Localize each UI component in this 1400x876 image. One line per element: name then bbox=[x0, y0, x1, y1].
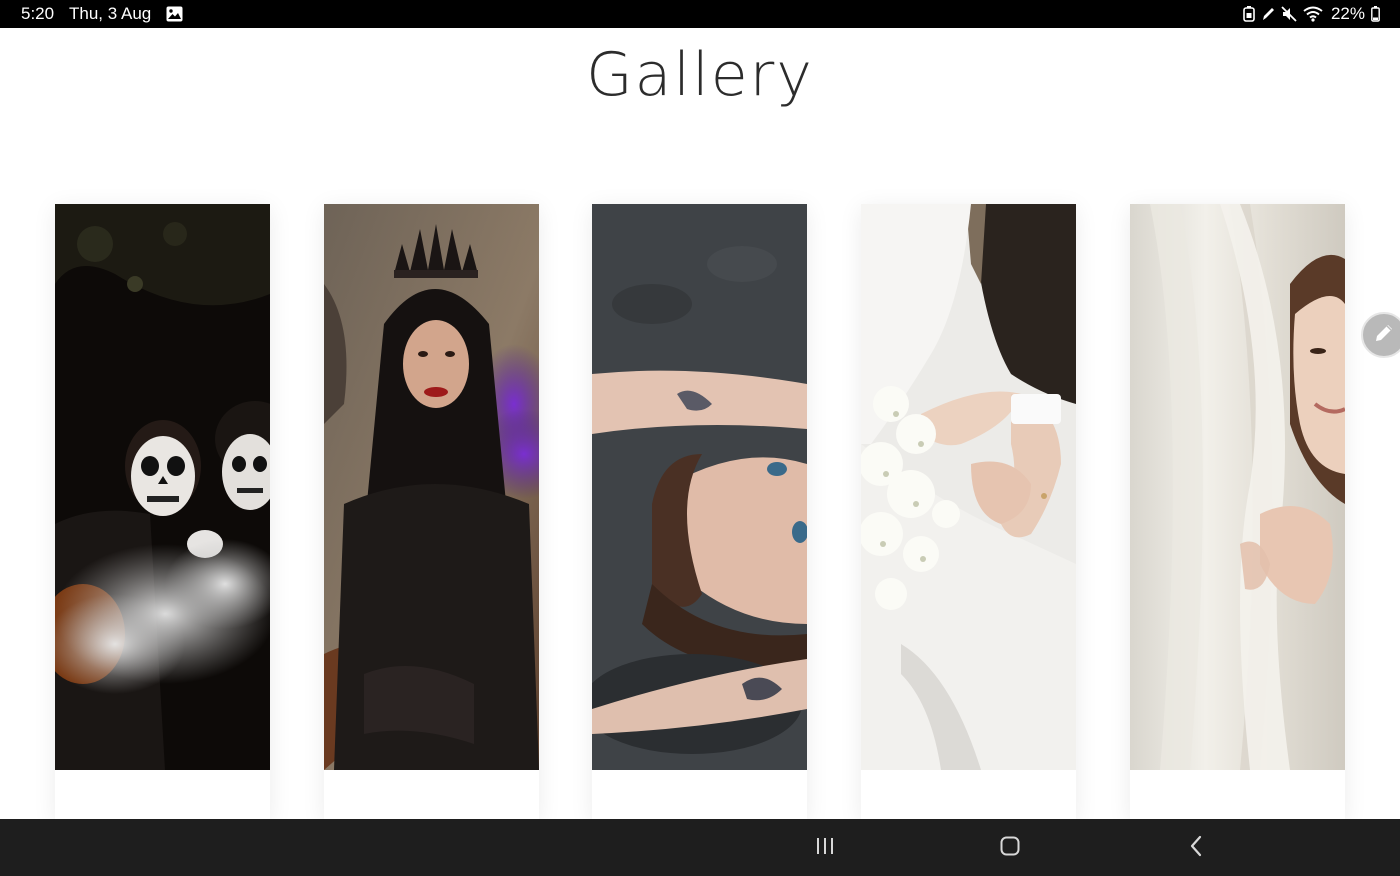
status-time: 5:20 bbox=[21, 4, 55, 23]
gallery-card-4[interactable] bbox=[861, 204, 1076, 820]
page-title: Gallery bbox=[586, 40, 814, 110]
gallery-photo-bride-curtain[interactable] bbox=[1130, 204, 1345, 770]
status-bar: 5:20 Thu, 3 Aug 22% bbox=[0, 0, 1400, 28]
status-icons: 22% bbox=[1243, 3, 1380, 25]
home-icon bbox=[1000, 836, 1020, 860]
back-icon bbox=[1189, 835, 1203, 861]
wifi-icon bbox=[1303, 6, 1323, 22]
stylus-icon bbox=[1261, 6, 1275, 22]
battery-saver-icon bbox=[1243, 6, 1255, 22]
back-button[interactable] bbox=[1176, 833, 1216, 863]
navigation-bar bbox=[0, 819, 1400, 876]
gallery-card-1[interactable] bbox=[55, 204, 270, 820]
battery-percent: 22% bbox=[1330, 4, 1365, 23]
recent-apps-icon bbox=[815, 837, 835, 859]
status-date: Thu, 3 Aug bbox=[69, 4, 152, 23]
battery-icon bbox=[1371, 6, 1380, 22]
gallery-card-3[interactable] bbox=[592, 204, 807, 820]
home-button[interactable] bbox=[990, 833, 1030, 863]
recent-apps-button[interactable] bbox=[805, 833, 845, 863]
edit-button[interactable] bbox=[1361, 312, 1400, 358]
gallery-photo-skull-facepaint[interactable] bbox=[55, 204, 270, 770]
gallery-photo-wedding-hands[interactable] bbox=[861, 204, 1076, 770]
mute-icon bbox=[1281, 6, 1297, 22]
gallery-card-2[interactable] bbox=[324, 204, 539, 820]
gallery-card-5[interactable] bbox=[1130, 204, 1345, 820]
gallery-notification-icon bbox=[166, 6, 183, 22]
gallery-photo-lying-woman[interactable] bbox=[592, 204, 807, 770]
gallery-photo-crown-woman[interactable] bbox=[324, 204, 539, 770]
pencil-icon bbox=[1373, 322, 1395, 348]
